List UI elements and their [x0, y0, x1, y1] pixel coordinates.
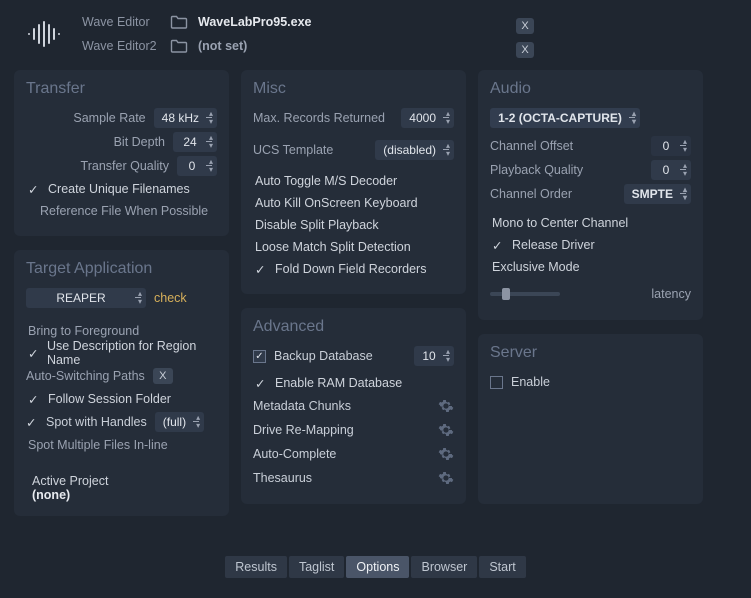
target-title: Target Application [26, 260, 217, 278]
create-unique-filenames-toggle[interactable]: ✓ Create Unique Filenames [26, 178, 217, 200]
bit-depth-label: Bit Depth [26, 135, 165, 149]
misc-panel: Misc Max. Records Returned 4000▴▾ UCS Te… [241, 70, 466, 294]
advanced-panel: Advanced ✓ Backup Database 10▴▾ ✓ Enable… [241, 308, 466, 504]
check-icon: ✓ [255, 376, 267, 391]
misc-title: Misc [253, 80, 454, 98]
drive-remapping-label: Drive Re-Mapping [253, 423, 354, 437]
exclusive-mode-toggle[interactable]: Exclusive Mode [490, 256, 691, 278]
target-application-panel: Target Application REAPER▴▾ check Bring … [14, 250, 229, 516]
wave-editor-2-label: Wave Editor2 [82, 39, 160, 53]
app-waveform-icon [14, 14, 74, 54]
release-driver-toggle[interactable]: ✓ Release Driver [490, 234, 691, 256]
sample-rate-label: Sample Rate [26, 111, 146, 125]
audio-title: Audio [490, 80, 691, 98]
auto-switching-clear-button[interactable]: X [153, 368, 173, 384]
loose-match-split-toggle[interactable]: Loose Match Split Detection [253, 236, 454, 258]
target-app-select[interactable]: REAPER▴▾ [26, 288, 146, 308]
advanced-title: Advanced [253, 318, 454, 336]
check-icon: ✓ [28, 392, 40, 407]
clear-editor-2-button[interactable]: X [516, 42, 534, 58]
auto-toggle-ms-toggle[interactable]: Auto Toggle M/S Decoder [253, 170, 454, 192]
audio-panel: Audio 1-2 (OCTA-CAPTURE)▴▾ Channel Offse… [478, 70, 703, 320]
disable-split-playback-toggle[interactable]: Disable Split Playback [253, 214, 454, 236]
latency-slider[interactable] [490, 292, 560, 296]
transfer-title: Transfer [26, 80, 217, 98]
backup-interval-select[interactable]: 10▴▾ [414, 346, 454, 366]
gear-icon[interactable] [438, 470, 454, 486]
spot-with-handles-toggle[interactable]: Spot with Handles [46, 415, 147, 429]
check-icon: ✓ [26, 415, 38, 430]
channel-offset-label: Channel Offset [490, 139, 643, 153]
channel-order-label: Channel Order [490, 187, 616, 201]
ucs-template-label: UCS Template [253, 143, 367, 157]
wave-editor-1-label: Wave Editor [82, 15, 160, 29]
check-icon: ✓ [492, 238, 504, 253]
transfer-quality-label: Transfer Quality [26, 159, 169, 173]
thesaurus-label: Thesaurus [253, 471, 312, 485]
gear-icon[interactable] [438, 398, 454, 414]
folder-icon[interactable] [170, 15, 188, 29]
spot-handles-select[interactable]: (full)▴▾ [155, 412, 204, 432]
server-enable-checkbox[interactable] [490, 376, 503, 389]
max-records-select[interactable]: 4000▴▾ [401, 108, 454, 128]
ucs-template-select[interactable]: (disabled)▴▾ [375, 140, 454, 160]
check-link[interactable]: check [154, 291, 187, 305]
mono-center-toggle[interactable]: Mono to Center Channel [490, 212, 691, 234]
server-panel: Server Enable [478, 334, 703, 504]
fold-down-recorders-toggle[interactable]: ✓ Fold Down Field Recorders [253, 258, 454, 280]
bit-depth-select[interactable]: 24▴▾ [173, 132, 217, 152]
gear-icon[interactable] [438, 422, 454, 438]
use-description-toggle[interactable]: ✓ Use Description for Region Name [26, 342, 217, 364]
metadata-chunks-label: Metadata Chunks [253, 399, 351, 413]
tab-options[interactable]: Options [346, 556, 409, 578]
check-icon: ✓ [255, 262, 267, 277]
clear-editor-1-button[interactable]: X [516, 18, 534, 34]
bottom-tab-bar: Results Taglist Options Browser Start [0, 556, 751, 578]
channel-order-select[interactable]: SMPTE▴▾ [624, 184, 691, 204]
active-project-value: (none) [32, 488, 217, 502]
auto-complete-label: Auto-Complete [253, 447, 336, 461]
wave-editor-1-value[interactable]: WaveLabPro95.exe [198, 15, 311, 29]
check-icon: ✓ [28, 182, 40, 197]
max-records-label: Max. Records Returned [253, 111, 393, 125]
tab-taglist[interactable]: Taglist [289, 556, 344, 578]
playback-quality-select[interactable]: 0▴▾ [651, 160, 691, 180]
backup-database-label: Backup Database [274, 349, 373, 363]
reference-file-toggle[interactable]: Reference File When Possible [26, 200, 217, 222]
transfer-quality-select[interactable]: 0▴▾ [177, 156, 217, 176]
latency-label: latency [651, 287, 691, 301]
auto-switching-paths-label[interactable]: Auto-Switching Paths [26, 369, 145, 383]
transfer-panel: Transfer Sample Rate 48 kHz▴▾ Bit Depth … [14, 70, 229, 236]
audio-device-select[interactable]: 1-2 (OCTA-CAPTURE)▴▾ [490, 108, 640, 128]
follow-session-folder-toggle[interactable]: ✓ Follow Session Folder [26, 388, 217, 410]
tab-start[interactable]: Start [479, 556, 525, 578]
folder-icon[interactable] [170, 39, 188, 53]
channel-offset-select[interactable]: 0▴▾ [651, 136, 691, 156]
server-title: Server [490, 344, 691, 362]
wave-editor-2-value[interactable]: (not set) [198, 39, 247, 53]
auto-kill-osk-toggle[interactable]: Auto Kill OnScreen Keyboard [253, 192, 454, 214]
tab-browser[interactable]: Browser [411, 556, 477, 578]
check-icon: ✓ [28, 346, 39, 361]
server-enable-label: Enable [511, 375, 550, 389]
gear-icon[interactable] [438, 446, 454, 462]
spot-multiple-inline-toggle[interactable]: Spot Multiple Files In-line [26, 434, 217, 456]
backup-database-checkbox[interactable]: ✓ [253, 350, 266, 363]
sample-rate-select[interactable]: 48 kHz▴▾ [154, 108, 217, 128]
playback-quality-label: Playback Quality [490, 163, 643, 177]
active-project-label: Active Project [32, 474, 217, 488]
enable-ram-db-toggle[interactable]: ✓ Enable RAM Database [253, 372, 454, 394]
tab-results[interactable]: Results [225, 556, 287, 578]
